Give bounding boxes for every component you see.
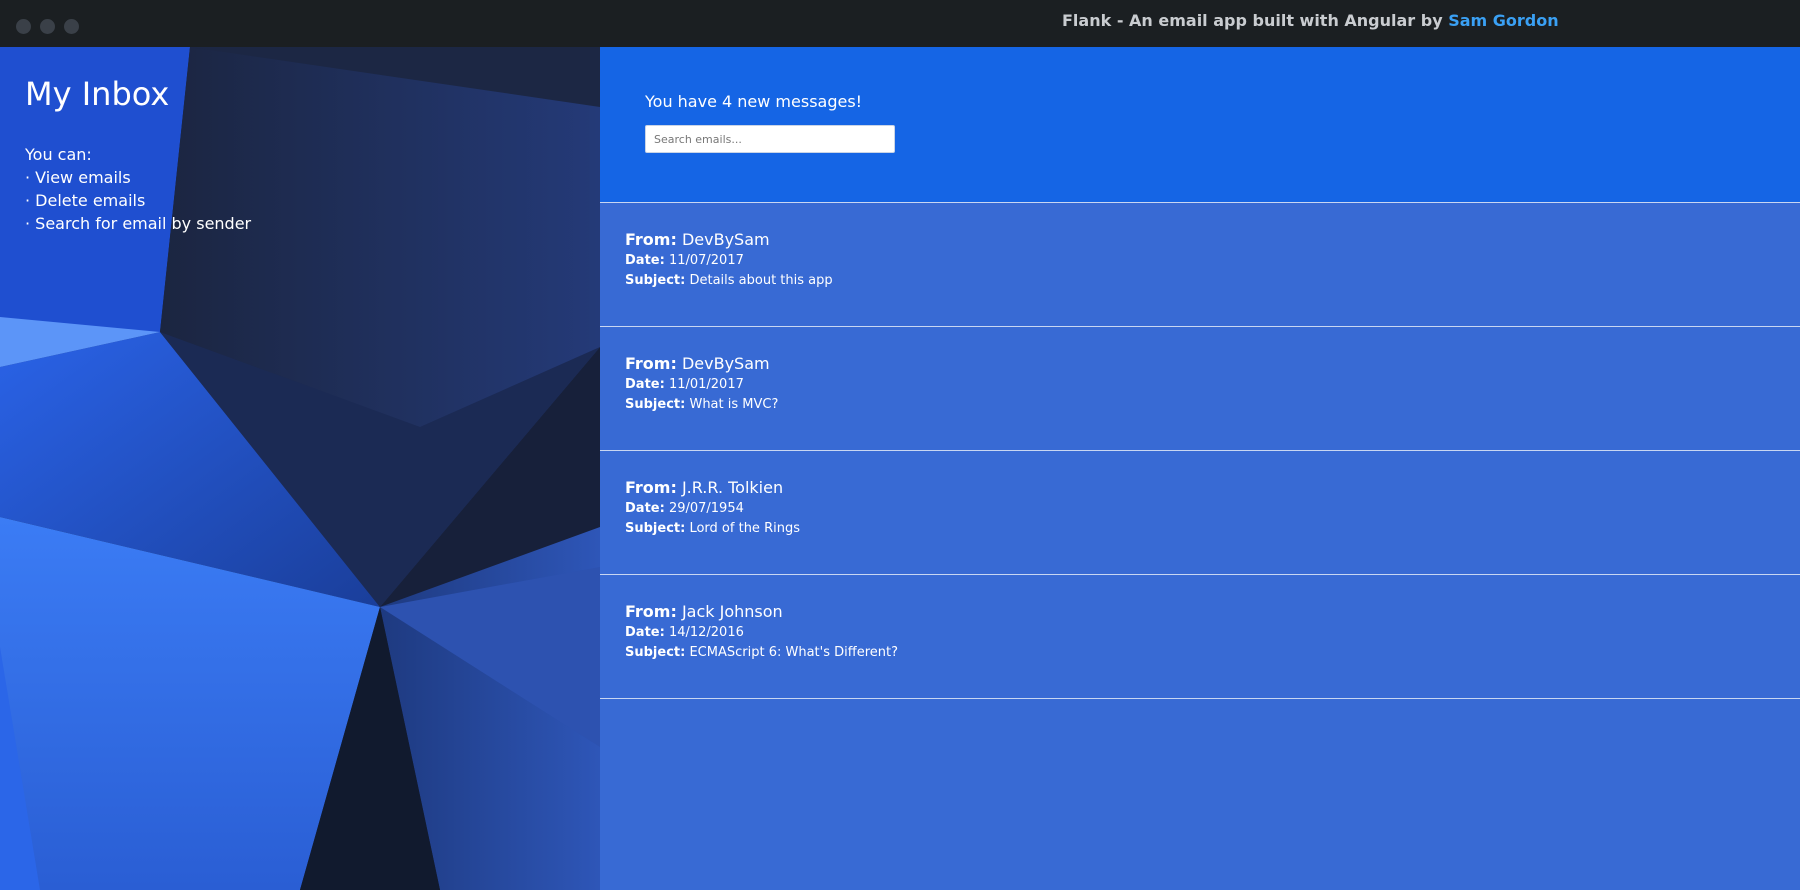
capabilities-intro: You can: xyxy=(25,145,92,164)
email-list-item[interactable]: From: DevBySam Date: 11/01/2017 Subject:… xyxy=(600,327,1800,451)
subject-value: Lord of the Rings xyxy=(689,521,800,536)
from-value: DevBySam xyxy=(681,354,770,373)
email-subject: Subject: What is MVC? xyxy=(625,397,778,412)
subject-value: What is MVC? xyxy=(689,397,779,412)
email-list-item[interactable]: From: J.R.R. Tolkien Date: 29/07/1954 Su… xyxy=(600,451,1800,575)
capability-view-emails: View emails xyxy=(25,166,251,189)
email-date: Date: 11/07/2017 xyxy=(625,253,744,268)
window-close-button[interactable] xyxy=(16,19,31,34)
window-maximize-button[interactable] xyxy=(64,19,79,34)
subject-label: Subject: xyxy=(625,521,686,536)
subject-value: ECMAScript 6: What's Different? xyxy=(689,645,898,660)
email-date: Date: 29/07/1954 xyxy=(625,501,744,516)
date-value: 11/01/2017 xyxy=(668,377,744,392)
email-from: From: DevBySam xyxy=(625,354,770,373)
subject-label: Subject: xyxy=(625,645,686,660)
email-subject: Subject: Details about this app xyxy=(625,273,833,288)
author-link[interactable]: Sam Gordon xyxy=(1448,11,1558,30)
from-value: J.R.R. Tolkien xyxy=(681,478,784,497)
from-label: From: xyxy=(625,354,677,373)
email-from: From: Jack Johnson xyxy=(625,602,783,621)
inbox-header: You have 4 new messages! xyxy=(600,47,1800,203)
email-list: From: DevBySam Date: 11/07/2017 Subject:… xyxy=(600,203,1800,699)
capabilities-list: You can: View emails Delete emails Searc… xyxy=(25,143,251,235)
from-value: Jack Johnson xyxy=(681,602,783,621)
email-date: Date: 11/01/2017 xyxy=(625,377,744,392)
window-minimize-button[interactable] xyxy=(40,19,55,34)
sidebar: My Inbox You can: View emails Delete ema… xyxy=(0,47,600,890)
date-label: Date: xyxy=(625,501,665,516)
email-date: Date: 14/12/2016 xyxy=(625,625,744,640)
date-value: 29/07/1954 xyxy=(668,501,744,516)
window-titlebar: Flank - An email app built with Angular … xyxy=(0,0,1800,47)
search-input[interactable] xyxy=(645,125,895,153)
email-from: From: DevBySam xyxy=(625,230,770,249)
email-subject: Subject: ECMAScript 6: What's Different? xyxy=(625,645,898,660)
window-title: Flank - An email app built with Angular … xyxy=(1062,11,1559,30)
window-title-text: Flank - An email app built with Angular … xyxy=(1062,11,1449,30)
date-value: 11/07/2017 xyxy=(668,253,744,268)
capability-delete-emails: Delete emails xyxy=(25,189,251,212)
date-label: Date: xyxy=(625,253,665,268)
capability-search-by-sender: Search for email by sender xyxy=(25,212,251,235)
from-label: From: xyxy=(625,602,677,621)
from-value: DevBySam xyxy=(681,230,770,249)
new-messages-count: You have 4 new messages! xyxy=(645,92,863,111)
subject-label: Subject: xyxy=(625,273,686,288)
date-label: Date: xyxy=(625,377,665,392)
from-label: From: xyxy=(625,230,677,249)
from-label: From: xyxy=(625,478,677,497)
email-list-item[interactable]: From: DevBySam Date: 11/07/2017 Subject:… xyxy=(600,203,1800,327)
date-label: Date: xyxy=(625,625,665,640)
email-from: From: J.R.R. Tolkien xyxy=(625,478,783,497)
email-list-item[interactable]: From: Jack Johnson Date: 14/12/2016 Subj… xyxy=(600,575,1800,699)
subject-label: Subject: xyxy=(625,397,686,412)
email-subject: Subject: Lord of the Rings xyxy=(625,521,800,536)
date-value: 14/12/2016 xyxy=(668,625,744,640)
sidebar-title: My Inbox xyxy=(25,75,170,113)
main-panel: You have 4 new messages! From: DevBySam … xyxy=(600,47,1800,890)
subject-value: Details about this app xyxy=(689,273,833,288)
